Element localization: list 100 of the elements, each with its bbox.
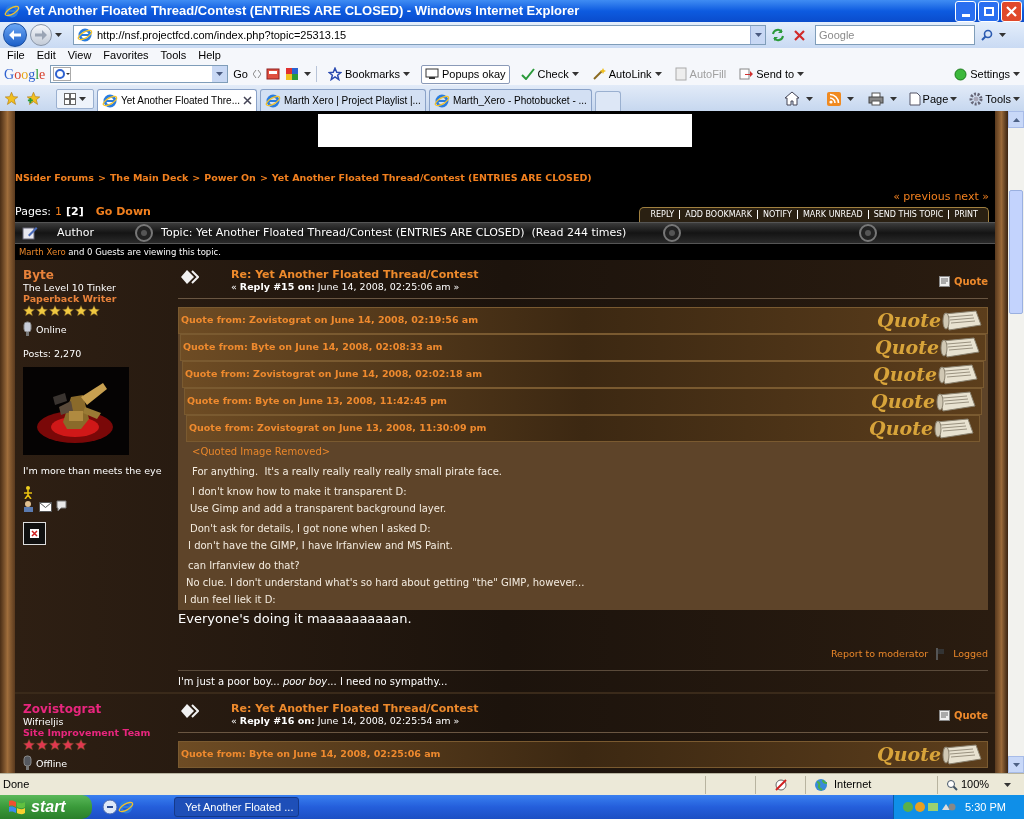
messenger-icon[interactable] xyxy=(23,486,33,500)
quote-header-link[interactable]: Quote from: Zovistograt on June 14, 2008, 02:19:56 am xyxy=(181,313,479,328)
search-field[interactable]: Google xyxy=(815,25,975,45)
caret-icon[interactable] xyxy=(1013,72,1020,76)
post-subject[interactable]: Re: Yet Another Floated Thread/Contest xyxy=(231,267,479,281)
action-link[interactable]: MARK UNREAD xyxy=(796,210,868,220)
go-down-link[interactable]: Go Down xyxy=(95,204,151,221)
report-link[interactable]: Report to moderator xyxy=(830,646,929,661)
quote-header-link[interactable]: Quote from: Zovistograt on June 13, 2008, 11:30:09 pm xyxy=(189,421,487,436)
caret-icon[interactable] xyxy=(889,96,897,101)
taskbar-button[interactable]: Yet Another Floated ... xyxy=(174,797,299,817)
close-button[interactable] xyxy=(1001,0,1022,22)
close-tab-icon[interactable] xyxy=(243,96,252,105)
google-logo: Google xyxy=(4,65,46,84)
breadcrumb-link[interactable]: Power On xyxy=(204,171,256,186)
post-icon xyxy=(181,269,199,284)
next-link[interactable]: next » xyxy=(954,189,989,206)
browser-tab[interactable]: Marth_Xero - Photobucket - ... xyxy=(428,89,592,111)
caret-icon[interactable] xyxy=(654,72,662,76)
action-link[interactable]: ADD BOOKMARK xyxy=(679,210,757,220)
quote-header-link[interactable]: Quote from: Zovistograt on June 14, 2008, 02:02:18 am xyxy=(185,367,483,382)
favorites-star-icon[interactable] xyxy=(4,91,19,106)
caret-icon[interactable] xyxy=(1013,96,1020,101)
quick-tabs-button[interactable] xyxy=(56,89,94,109)
browser-tab[interactable]: Marth Xero | Project Playlist |... xyxy=(260,89,426,111)
caret-icon[interactable] xyxy=(1004,782,1012,787)
scroll-thumb[interactable] xyxy=(1009,190,1023,314)
profile-icon[interactable] xyxy=(23,500,35,513)
breadcrumb-link[interactable]: The Main Deck xyxy=(109,171,189,186)
home-icon[interactable] xyxy=(783,91,800,107)
speech-bubble-icon[interactable] xyxy=(56,500,67,513)
toolbar-button[interactable]: Check xyxy=(518,65,581,83)
page-link[interactable]: 1 xyxy=(55,204,63,221)
quote-button[interactable]: Quote xyxy=(938,707,988,723)
action-link[interactable]: PRINT xyxy=(948,210,983,220)
quote-text: I don't know how to make it transparent D: xyxy=(192,484,408,499)
command-menu[interactable]: Page xyxy=(908,90,958,107)
quote-header-link[interactable]: Quote from: Byte on June 13, 2008, 11:42:45 pm xyxy=(187,394,447,409)
menu-item[interactable]: File xyxy=(7,47,25,64)
quote-header-link[interactable]: Quote from: Byte on June 14, 2008, 02:25:06 am xyxy=(181,747,441,762)
quote-header-link[interactable]: Quote from: Byte on June 14, 2008, 02:08:33 am xyxy=(183,340,443,355)
maximize-button[interactable] xyxy=(978,0,999,22)
toolbar-button[interactable]: Send to xyxy=(737,65,807,83)
print-icon[interactable] xyxy=(867,91,884,106)
page-link[interactable]: [2] xyxy=(66,204,84,221)
previous-link[interactable]: « previous xyxy=(893,189,951,206)
settings-button[interactable]: Settings xyxy=(954,65,1020,83)
windows-logo-icon xyxy=(8,799,26,815)
action-link[interactable]: NOTIFY xyxy=(756,210,797,220)
quote-button[interactable]: Quote xyxy=(938,273,988,289)
removed-image-notice: <Quoted Image Removed> xyxy=(192,444,332,459)
scroll-up-button[interactable] xyxy=(1008,111,1024,128)
add-favorite-icon[interactable] xyxy=(26,91,41,106)
caret-icon[interactable] xyxy=(805,96,813,101)
start-button[interactable]: start xyxy=(0,795,92,819)
author-name[interactable]: Zovistograt xyxy=(23,701,175,716)
toolbar-button[interactable]: Bookmarks xyxy=(325,65,412,83)
address-field[interactable]: http://nsf.projectfcd.com/index.php?topic=25313.15 xyxy=(73,25,766,45)
action-link[interactable]: REPLY xyxy=(645,210,680,220)
caret-icon[interactable] xyxy=(402,72,410,76)
post-subject[interactable]: Re: Yet Another Floated Thread/Contest xyxy=(231,701,479,715)
caret-icon[interactable] xyxy=(950,96,958,101)
menu-item[interactable]: View xyxy=(67,47,92,64)
breadcrumb-link[interactable]: Yet Another Floated Thread/Contest (ENTRIES ARE CLOSED) xyxy=(271,171,592,186)
arrows-icon xyxy=(252,69,261,79)
toolbar-button[interactable]: Popups okay xyxy=(420,64,510,84)
caret-icon[interactable] xyxy=(846,96,854,101)
scroll-down-button[interactable] xyxy=(1008,756,1024,773)
command-menu[interactable]: Tools xyxy=(969,90,1020,107)
caret-icon[interactable] xyxy=(79,97,86,101)
globe-icon xyxy=(814,777,828,792)
menu-item[interactable]: Favorites xyxy=(103,47,149,64)
menu-item[interactable]: Help xyxy=(198,47,221,64)
browser-tab[interactable]: Yet Another Floated Thre... xyxy=(97,89,257,111)
zoom-button[interactable]: 100% xyxy=(937,775,1024,794)
caret-icon[interactable] xyxy=(999,33,1006,37)
caret-icon[interactable] xyxy=(303,72,311,76)
menu-item[interactable]: Edit xyxy=(36,47,56,64)
user-link[interactable]: Marth Xero xyxy=(19,246,66,257)
dropdown-button[interactable] xyxy=(212,66,228,82)
star-icon xyxy=(62,304,74,317)
envelope-icon[interactable] xyxy=(39,502,52,513)
gear-icon xyxy=(969,91,984,106)
toolbar-button[interactable]: AutoLink xyxy=(589,65,664,83)
menu-item[interactable]: Tools xyxy=(160,47,187,64)
author-name[interactable]: Byte xyxy=(23,267,175,282)
star-icon xyxy=(23,304,35,317)
go-button[interactable]: Go xyxy=(233,65,248,83)
dropdown-button[interactable] xyxy=(750,26,765,44)
back-button[interactable] xyxy=(3,23,27,47)
breadcrumb-link[interactable]: NSider Forums xyxy=(15,171,94,186)
minimize-button[interactable] xyxy=(955,0,976,22)
refresh-button[interactable] xyxy=(769,26,787,44)
caret-icon[interactable] xyxy=(797,72,805,76)
action-link[interactable]: SEND THIS TOPIC xyxy=(867,210,949,220)
search-field[interactable] xyxy=(50,65,229,83)
window-title: Yet Another Floated Thread/Contest (ENTRIES ARE CLOSED) - Windows Internet Explorer xyxy=(25,2,580,21)
caret-icon[interactable] xyxy=(55,33,62,37)
star-icon xyxy=(23,738,35,751)
caret-icon[interactable] xyxy=(571,72,579,76)
